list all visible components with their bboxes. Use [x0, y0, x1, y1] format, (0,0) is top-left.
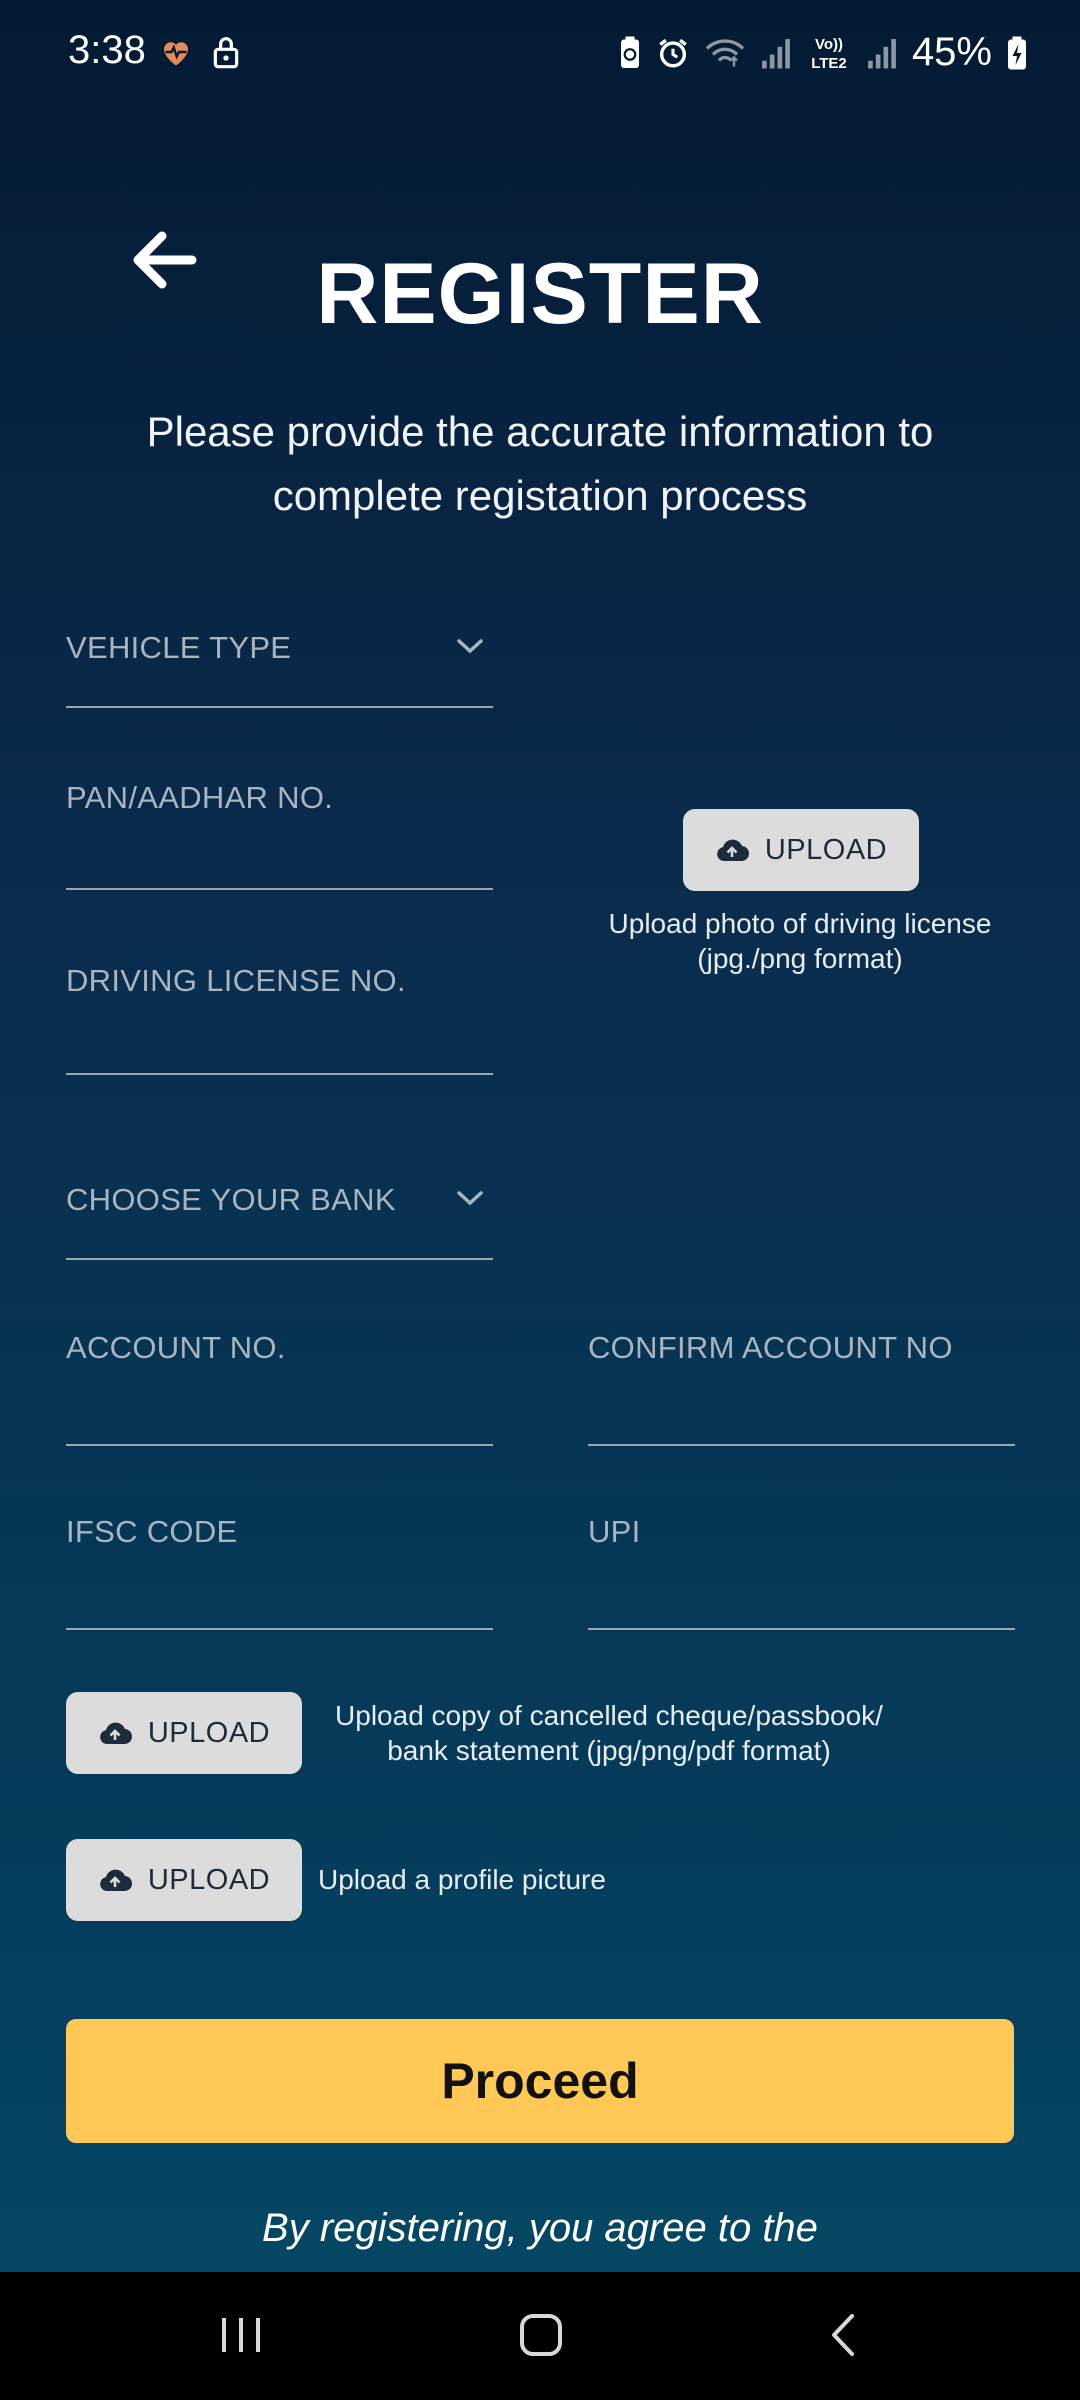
terms-text: By registering, you agree to the [262, 2206, 818, 2250]
ifsc-code-label: IFSC CODE [66, 1514, 238, 1549]
proceed-label: Proceed [441, 2053, 639, 2109]
battery-saver-icon [620, 36, 639, 68]
pan-aadhar-input[interactable]: PAN/AADHAR NO. [66, 760, 493, 890]
battery-charging-icon [1008, 36, 1026, 69]
upload-label: UPLOAD [147, 1716, 271, 1749]
svg-text:Vo)): Vo)) [815, 36, 843, 53]
heart-rate-icon [164, 42, 188, 66]
bank-select[interactable]: CHOOSE YOUR BANK [66, 1152, 493, 1260]
lock-icon [213, 37, 239, 69]
proceed-button[interactable]: Proceed [66, 2019, 1014, 2143]
account-number-input[interactable]: ACCOUNT NO. [66, 1318, 493, 1446]
recent-apps-icon [222, 2318, 260, 2352]
pan-aadhar-label: PAN/AADHAR NO. [66, 780, 334, 815]
upload-label: UPLOAD [147, 1863, 271, 1896]
driving-license-upload-note: Upload photo of driving license (jpg./pn… [608, 908, 992, 974]
driving-license-input[interactable]: DRIVING LICENSE NO. [66, 943, 493, 1075]
status-left-icons [158, 34, 242, 70]
status-bar: 3:38 Vo)) LTE2 45% [0, 0, 1080, 110]
account-number-label: ACCOUNT NO. [66, 1330, 286, 1365]
profile-upload-note: Upload a profile picture [318, 1864, 606, 1895]
bank-label: CHOOSE YOUR BANK [66, 1182, 396, 1217]
status-time: 3:38 [68, 28, 146, 72]
signal-icon [868, 38, 896, 68]
confirm-account-number-label: CONFIRM ACCOUNT NO [588, 1330, 953, 1365]
cheque-upload-note: Upload copy of cancelled cheque/passbook… [335, 1700, 883, 1766]
cloud-upload-icon [100, 1722, 132, 1745]
cloud-upload-icon [100, 1869, 132, 1892]
upi-input[interactable]: UPI [588, 1502, 1015, 1630]
system-nav-bar [0, 2272, 1080, 2400]
home-icon [520, 2314, 562, 2356]
ifsc-code-input[interactable]: IFSC CODE [66, 1502, 493, 1630]
status-right-icons: Vo)) LTE2 45% [618, 30, 1028, 75]
upload-profile-picture-button[interactable]: UPLOAD [66, 1839, 302, 1921]
vehicle-type-label: VEHICLE TYPE [66, 630, 292, 665]
upload-driving-license-button[interactable]: UPLOAD [683, 809, 919, 891]
cloud-upload-icon [717, 839, 749, 862]
battery-percent: 45% [911, 30, 992, 74]
home-button[interactable] [518, 2312, 564, 2363]
page-subtitle: Please provide the accurate information … [146, 408, 934, 519]
upi-label: UPI [588, 1514, 641, 1549]
volte-icon: Vo)) LTE2 [811, 36, 847, 72]
vehicle-type-select[interactable]: VEHICLE TYPE [66, 600, 493, 708]
driving-license-label: DRIVING LICENSE NO. [66, 963, 406, 998]
svg-text:LTE2: LTE2 [811, 55, 847, 72]
chevron-down-icon [457, 1191, 483, 1206]
page-title: REGISTER [316, 246, 764, 342]
alarm-icon [659, 38, 687, 67]
wifi-icon [705, 38, 745, 66]
recent-apps-button[interactable] [218, 2312, 264, 2363]
upload-cheque-button[interactable]: UPLOAD [66, 1692, 302, 1774]
chevron-down-icon [457, 639, 483, 654]
signal-icon [762, 38, 790, 68]
confirm-account-number-input[interactable]: CONFIRM ACCOUNT NO [588, 1318, 1015, 1446]
nav-back-button[interactable] [822, 2312, 868, 2363]
upload-label: UPLOAD [764, 833, 888, 866]
chevron-left-icon [832, 2314, 854, 2356]
